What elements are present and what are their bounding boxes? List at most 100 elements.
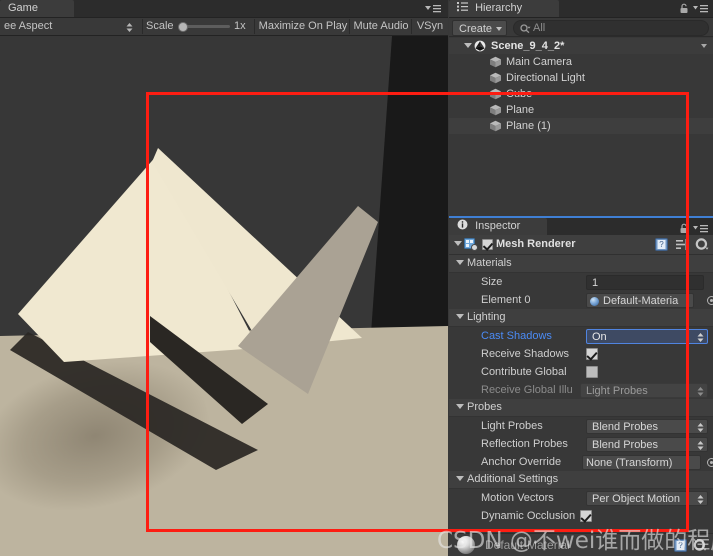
dropdown-arrows-icon	[697, 494, 704, 505]
preset-icon[interactable]	[675, 238, 688, 254]
reflection-probes-dropdown[interactable]: Blend Probes	[586, 437, 708, 452]
cast-shadows-dropdown[interactable]: On	[586, 329, 708, 344]
section-label: Probes	[467, 401, 502, 413]
chevron-down-icon[interactable]	[454, 241, 462, 246]
gear-icon[interactable]	[695, 238, 709, 254]
maximize-on-play-button[interactable]: Maximize On Play	[256, 18, 350, 35]
watermark-text: CSDN @不wei谁而做的程序员	[437, 528, 713, 554]
property-label: Motion Vectors	[481, 492, 554, 504]
tab-hierarchy[interactable]: Hierarchy	[449, 0, 559, 17]
tab-game[interactable]: Game	[0, 0, 74, 17]
create-button-label: Create	[459, 23, 493, 35]
chevron-down-icon[interactable]	[456, 404, 464, 409]
gameobject-cube-icon	[489, 72, 502, 84]
svg-text:?: ?	[659, 240, 664, 249]
tab-game-label: Game	[8, 2, 38, 14]
property-label: Contribute Global	[481, 366, 567, 378]
scale-slider-knob[interactable]	[178, 22, 188, 32]
hierarchy-item-label: Main Camera	[506, 56, 573, 68]
search-input-placeholder: All	[533, 22, 546, 34]
hierarchy-scene-row[interactable]: Scene_9_4_2*	[449, 38, 713, 54]
section-materials[interactable]: Materials	[449, 255, 713, 273]
material-sphere-icon	[590, 297, 599, 306]
lock-icon[interactable]	[679, 223, 689, 234]
game-view-render[interactable]	[0, 36, 448, 556]
inspector-content: Mesh Renderer ? Materials Size 1 Element…	[449, 235, 713, 556]
unity-editor-window: Game ee Aspect Scale 1x Maximize On Play…	[0, 0, 713, 556]
receive-gi-value: Light Probes	[586, 385, 648, 397]
scale-slider[interactable]	[182, 25, 230, 28]
chevron-down-icon[interactable]	[456, 476, 464, 481]
hierarchy-item-directional-light[interactable]: Directional Light	[449, 70, 713, 86]
property-row-anchor-override: Anchor Override None (Transform)	[449, 453, 713, 471]
component-header-icons: ?	[651, 238, 709, 252]
motion-vectors-value: Per Object Motion	[592, 493, 681, 505]
property-label: Anchor Override	[481, 456, 562, 468]
component-header-mesh-renderer[interactable]: Mesh Renderer ?	[449, 235, 713, 255]
section-additional-settings[interactable]: Additional Settings	[449, 471, 713, 489]
hierarchy-item-plane[interactable]: Plane	[449, 102, 713, 118]
panel-menu-icon[interactable]	[692, 223, 709, 234]
game-toolbar: ee Aspect Scale 1x Maximize On Play Mute…	[0, 17, 448, 36]
gameobject-cube-icon	[489, 88, 502, 100]
tab-inspector-label: Inspector	[475, 220, 521, 232]
anchor-override-object-field[interactable]: None (Transform)	[582, 455, 701, 470]
mute-audio-button[interactable]: Mute Audio	[350, 18, 412, 35]
contribute-global-checkbox[interactable]	[586, 366, 598, 378]
hierarchy-item-cube[interactable]: Cube	[449, 86, 713, 102]
chevron-down-icon[interactable]	[456, 314, 464, 319]
lock-icon[interactable]	[679, 3, 689, 14]
property-row-contribute-global: Contribute Global	[449, 363, 713, 381]
hierarchy-item-label: Cube	[506, 88, 533, 100]
component-title: Mesh Renderer	[496, 238, 576, 250]
aspect-ratio-dropdown[interactable]: ee Aspect	[0, 18, 140, 35]
hierarchy-item-label: Directional Light	[506, 72, 585, 84]
chevron-down-icon[interactable]	[701, 44, 707, 48]
property-row-size: Size 1	[449, 273, 713, 291]
property-label: Receive Shadows	[481, 348, 570, 360]
dropdown-arrows-icon	[697, 422, 704, 433]
component-enabled-checkbox[interactable]	[482, 239, 493, 250]
game-tab-bar: Game	[0, 0, 448, 17]
motion-vectors-dropdown[interactable]: Per Object Motion	[586, 491, 708, 506]
property-label: Light Probes	[481, 420, 543, 432]
vsync-button[interactable]: VSyn	[412, 18, 448, 35]
game-panel: Game ee Aspect Scale 1x Maximize On Play…	[0, 0, 448, 556]
panel-menu-icon[interactable]	[692, 3, 709, 14]
element-0-object-field[interactable]: Default-Materia	[586, 293, 694, 308]
info-icon	[457, 219, 468, 236]
hierarchy-item-label: Plane (1)	[506, 120, 551, 132]
chevron-down-icon[interactable]	[464, 43, 472, 48]
hierarchy-tree[interactable]: Scene_9_4_2* Main Camera Directional Lig…	[449, 38, 713, 216]
hierarchy-scene-label: Scene_9_4_2*	[491, 40, 565, 52]
inspector-panel: Inspector Mesh Renderer ? Materials Size…	[449, 216, 713, 556]
help-book-icon[interactable]: ?	[654, 238, 668, 254]
property-row-reflection-probes: Reflection Probes Blend Probes	[449, 435, 713, 453]
aspect-ratio-value: ee Aspect	[4, 20, 53, 32]
section-lighting[interactable]: Lighting	[449, 309, 713, 327]
object-picker-icon[interactable]	[707, 296, 713, 305]
tab-menu-icon[interactable]	[424, 3, 442, 14]
dropdown-arrows-icon	[697, 440, 704, 451]
hierarchy-item-plane-1[interactable]: Plane (1)	[449, 118, 713, 134]
receive-shadows-checkbox[interactable]	[586, 348, 598, 360]
chevron-down-icon[interactable]	[456, 260, 464, 265]
size-input[interactable]: 1	[586, 275, 704, 290]
unity-scene-icon	[474, 40, 486, 52]
dropdown-arrows-icon	[697, 386, 704, 397]
light-probes-dropdown[interactable]: Blend Probes	[586, 419, 708, 434]
create-button[interactable]: Create	[452, 20, 508, 36]
search-input[interactable]: All	[513, 20, 709, 36]
cast-shadows-value: On	[592, 331, 607, 343]
hierarchy-item-main-camera[interactable]: Main Camera	[449, 54, 713, 70]
gameobject-cube-icon	[489, 120, 502, 132]
property-label: Reflection Probes	[481, 438, 568, 450]
property-row-motion-vectors: Motion Vectors Per Object Motion	[449, 489, 713, 507]
section-probes[interactable]: Probes	[449, 399, 713, 417]
property-row-light-probes: Light Probes Blend Probes	[449, 417, 713, 435]
hierarchy-toolbar: Create All	[449, 17, 713, 37]
section-label: Additional Settings	[467, 473, 559, 485]
dropdown-arrows-icon	[126, 22, 133, 33]
tab-inspector[interactable]: Inspector	[449, 218, 547, 235]
object-picker-icon[interactable]	[707, 458, 713, 467]
